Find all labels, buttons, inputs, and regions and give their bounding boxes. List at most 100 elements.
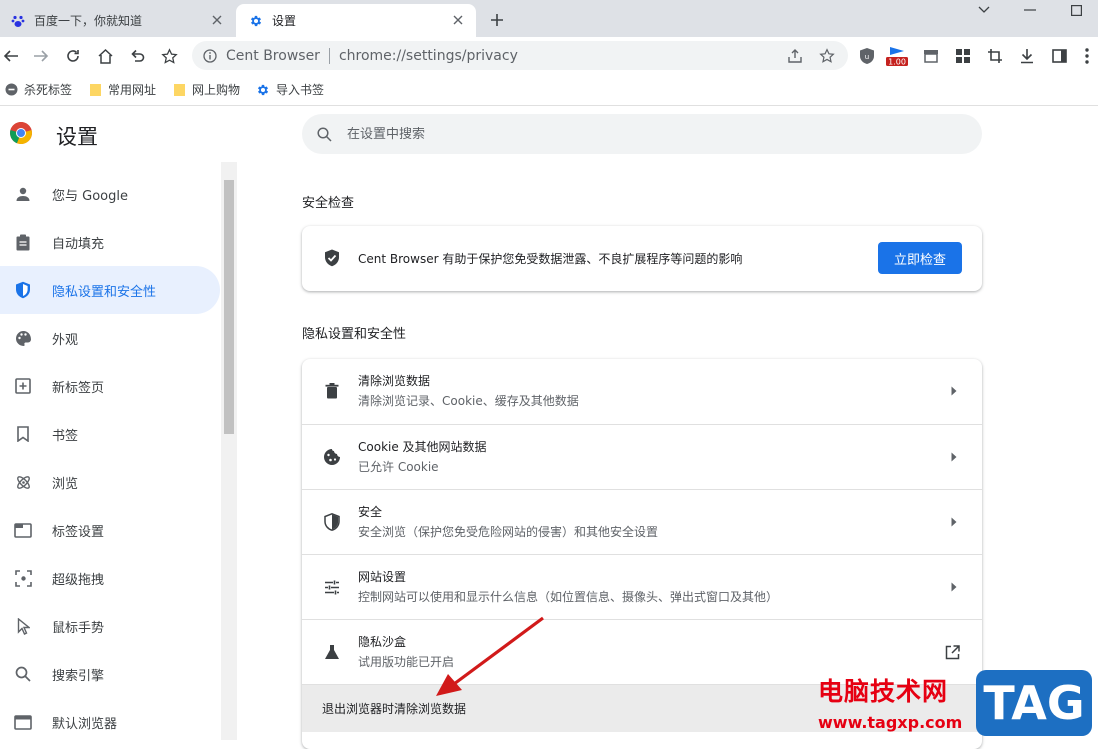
flask-icon xyxy=(322,642,342,662)
maximize-icon[interactable] xyxy=(1058,0,1094,20)
tab-baidu[interactable]: 百度一下，你就知道 xyxy=(0,4,235,37)
sidebar-item-browse[interactable]: 浏览 xyxy=(0,458,220,506)
row-title: 退出浏览器时清除浏览数据 xyxy=(322,702,467,716)
home-icon[interactable] xyxy=(94,45,116,67)
sidebar-scrollbar-thumb[interactable] xyxy=(224,180,234,434)
browser-icon xyxy=(13,712,33,732)
search-icon xyxy=(13,664,33,684)
bookmark-label: 导入书签 xyxy=(276,83,325,97)
kill-icon xyxy=(4,83,18,97)
arrow-right-icon xyxy=(948,581,960,593)
download-icon[interactable] xyxy=(1016,45,1038,67)
sidebar-item-super-drag[interactable]: 超级拖拽 xyxy=(0,554,220,602)
close-icon[interactable] xyxy=(450,12,466,28)
new-tab-button[interactable] xyxy=(486,9,508,31)
atom-icon xyxy=(13,472,33,492)
reload-icon[interactable] xyxy=(62,45,84,67)
tab-settings[interactable]: 设置 xyxy=(236,4,476,37)
trash-icon xyxy=(322,381,342,401)
star-icon[interactable] xyxy=(158,45,180,67)
close-icon[interactable] xyxy=(209,12,225,28)
security-row[interactable]: 安全 安全浏览（保护您免受危险网站的侵害）和其他安全设置 xyxy=(302,489,982,554)
sidebar-item-label: 标签设置 xyxy=(52,524,105,540)
bookmark-folder-common[interactable]: 常用网址 xyxy=(88,78,156,102)
forward-icon[interactable] xyxy=(30,45,52,67)
open-in-new-icon[interactable] xyxy=(942,642,962,662)
row-subtitle: 清除浏览记录、Cookie、缓存及其他数据 xyxy=(358,394,579,408)
settings-search[interactable] xyxy=(302,114,982,154)
sidebar-item-label: 浏览 xyxy=(52,476,79,492)
bookmark-folder-shopping[interactable]: 网上购物 xyxy=(172,78,240,102)
chevron-down-icon[interactable] xyxy=(966,0,1002,20)
sidebar-item-label: 超级拖拽 xyxy=(52,572,105,588)
row-subtitle: 安全浏览（保护您免受危险网站的侵害）和其他安全设置 xyxy=(358,525,659,539)
url-text[interactable]: chrome://settings/privacy xyxy=(339,48,518,64)
row-title: 清除浏览数据 xyxy=(358,374,431,388)
arrow-right-icon xyxy=(948,385,960,397)
sidebar-item-label: 新标签页 xyxy=(52,380,105,396)
folder-icon xyxy=(88,83,102,97)
sidebar-item-search-engine[interactable]: 搜索引擎 xyxy=(0,650,220,698)
row-title: 隐私沙盒 xyxy=(358,635,407,649)
sidebar-item-label: 外观 xyxy=(52,332,79,348)
bookmark-star-icon[interactable] xyxy=(818,47,836,65)
bookmark-icon xyxy=(13,424,33,444)
bookmarks-bar: 杀死标签 常用网址 网上购物 导入书签 xyxy=(0,74,1098,106)
sidebar-item-new-tab[interactable]: 新标签页 xyxy=(0,362,220,410)
sidebar-item-bookmarks[interactable]: 书签 xyxy=(0,410,220,458)
clear-browsing-data-row[interactable]: 清除浏览数据 清除浏览记录、Cookie、缓存及其他数据 xyxy=(302,359,982,424)
safety-check-description: Cent Browser 有助于保护您免受数据泄露、不良扩展程序等问题的影响 xyxy=(358,252,743,266)
store-icon[interactable] xyxy=(920,45,942,67)
sidebar-item-label: 书签 xyxy=(52,428,79,444)
sidebar-item-tab-settings[interactable]: 标签设置 xyxy=(0,506,220,554)
sidebar-item-label: 自动填充 xyxy=(52,236,105,252)
arrow-right-icon xyxy=(948,451,960,463)
sidebar-item-mouse-gestures[interactable]: 鼠标手势 xyxy=(0,602,220,650)
chrome-logo-icon xyxy=(9,121,33,145)
divider xyxy=(328,47,330,64)
bookmark-import[interactable]: 导入书签 xyxy=(256,78,324,102)
palette-icon xyxy=(13,328,33,348)
tune-icon xyxy=(322,577,342,597)
gear-icon xyxy=(256,83,270,97)
sidebar-item-privacy[interactable]: 隐私设置和安全性 xyxy=(0,266,220,314)
address-bar[interactable]: Cent Browser chrome://settings/privacy xyxy=(192,41,848,70)
person-icon xyxy=(13,184,33,204)
row-subtitle: 试用版功能已开启 xyxy=(358,655,455,669)
row-subtitle: 控制网站可以使用和显示什么信息（如位置信息、摄像头、弹出式窗口及其他） xyxy=(358,590,779,604)
row-title: 安全 xyxy=(358,505,383,519)
side-panel-icon[interactable] xyxy=(1048,45,1070,67)
undo-icon[interactable] xyxy=(126,45,148,67)
site-settings-row[interactable]: 网站设置 控制网站可以使用和显示什么信息（如位置信息、摄像头、弹出式窗口及其他） xyxy=(302,554,982,619)
apps-grid-icon[interactable] xyxy=(952,45,974,67)
sidebar-item-label: 搜索引擎 xyxy=(52,668,105,684)
sidebar-item-label: 您与 Google xyxy=(52,188,128,204)
info-icon[interactable] xyxy=(202,48,218,64)
watermark-logo: TAG xyxy=(976,670,1092,736)
row-subtitle: 已允许 Cookie xyxy=(358,460,439,474)
sidebar-item-label: 隐私设置和安全性 xyxy=(52,284,157,300)
bookmark-kill-tabs[interactable]: 杀死标签 xyxy=(4,78,72,102)
crop-icon[interactable] xyxy=(984,45,1006,67)
bookmark-label: 网上购物 xyxy=(192,83,241,97)
shield-icon xyxy=(13,280,33,300)
bookmark-label: 杀死标签 xyxy=(24,83,73,97)
check-now-button[interactable]: 立即检查 xyxy=(878,242,962,274)
tab-label: 百度一下，你就知道 xyxy=(34,14,143,28)
sidebar-item-autofill[interactable]: 自动填充 xyxy=(0,218,220,266)
extension-flag-icon[interactable]: 1.00 xyxy=(886,45,908,67)
folder-icon xyxy=(172,83,186,97)
sidebar-item-default-browser[interactable]: 默认浏览器 xyxy=(0,698,220,746)
sidebar-item-label: 鼠标手势 xyxy=(52,620,105,636)
safety-check-card: Cent Browser 有助于保护您免受数据泄露、不良扩展程序等问题的影响 立… xyxy=(302,226,982,291)
ublock-icon[interactable]: u xyxy=(856,45,878,67)
tab-strip: 百度一下，你就知道 设置 xyxy=(0,0,1098,37)
back-icon[interactable] xyxy=(0,45,22,67)
search-input[interactable] xyxy=(347,126,947,142)
sidebar-item-you-and-google[interactable]: 您与 Google xyxy=(0,170,220,218)
share-icon[interactable] xyxy=(786,47,804,65)
cookies-row[interactable]: Cookie 及其他网站数据 已允许 Cookie xyxy=(302,424,982,489)
sidebar-item-appearance[interactable]: 外观 xyxy=(0,314,220,362)
menu-icon[interactable] xyxy=(1076,45,1098,67)
minimize-icon[interactable] xyxy=(1012,0,1048,20)
